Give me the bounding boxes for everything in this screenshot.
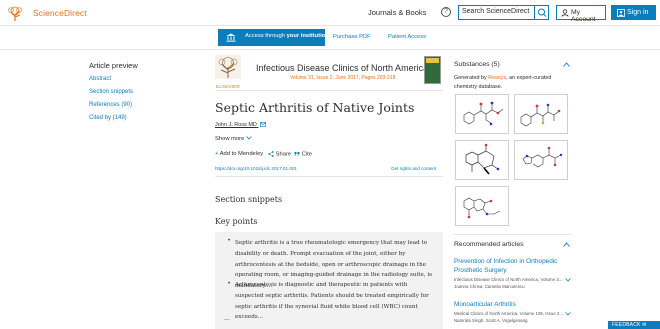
access-label: Access through your institution [245, 33, 329, 39]
share-button[interactable]: Share [268, 151, 291, 158]
reaxys-attribution: Generated by Reaxys, an expert-curated c… [454, 74, 572, 92]
elsevier-publisher-logo[interactable]: ELSEVIER [215, 55, 241, 89]
generated-prefix: Generated by [454, 75, 489, 81]
substance-structure-card[interactable] [455, 140, 509, 180]
patient-access-link[interactable]: Patient Access [388, 34, 426, 40]
journals-books-link[interactable]: Journals & Books [368, 8, 426, 17]
add-to-mendeley-button[interactable]: + Add to Mendeley [215, 151, 263, 157]
recommended-article-journal: Infectious Disease Clinics of North Amer… [454, 277, 563, 282]
access-through-institution-button[interactable]: Access through your institution [218, 29, 329, 46]
preview-link-section-snippets[interactable]: Section snippets [89, 89, 133, 95]
search-box[interactable]: Search ScienceDirect [458, 5, 549, 20]
cite-label: Cite [301, 151, 312, 158]
article-title: Septic Arthritis of Native Joints [215, 100, 415, 115]
help-icon[interactable]: ? [441, 7, 451, 17]
chevron-down-icon[interactable] [565, 312, 571, 316]
elsevier-tree-logo[interactable] [5, 5, 26, 22]
elsevier-tree-icon [215, 55, 241, 79]
recommended-article-link[interactable]: Prevention of Infection in Orthopedic Pr… [454, 257, 572, 275]
substances-heading[interactable]: Substances (5) [454, 61, 500, 68]
add-to-mendeley-label: Add to Mendeley [219, 151, 264, 157]
show-more-toggle[interactable]: Show more [215, 136, 252, 142]
article-toolbar [0, 26, 660, 50]
share-icon [268, 151, 274, 157]
access-label-bold: your institution [286, 33, 329, 39]
chevron-down-icon [246, 136, 252, 141]
search-icon [538, 8, 547, 17]
journal-issue-info[interactable]: Volume 31, Issue 2, June 2017, Pages 203… [290, 75, 395, 81]
brand-name[interactable]: ScienceDirect [33, 8, 87, 18]
preview-link-cited-by[interactable]: Cited by (149) [89, 115, 127, 121]
substance-structure-card[interactable] [514, 140, 568, 180]
recommended-articles-heading[interactable]: Recommended articles [454, 241, 524, 248]
molecule-structure-icon [463, 197, 501, 219]
recommended-article-journal: Medical Clinics of North America, Volume… [454, 311, 564, 316]
feedback-text: FEEDBACK [612, 322, 641, 328]
chevron-down-icon[interactable] [565, 278, 571, 282]
search-input[interactable]: Search ScienceDirect [462, 8, 529, 15]
purchase-pdf-link[interactable]: Purchase PDF [333, 34, 371, 40]
key-points-box: • Septic arthritis is a true rheumatolog… [215, 232, 443, 329]
molecule-structure-icon [522, 146, 563, 168]
bullet-icon: • [228, 281, 231, 287]
feedback-chat-icon: ✉ [642, 322, 647, 328]
molecule-structure-icon [465, 143, 500, 175]
substance-structure-card[interactable] [514, 94, 568, 134]
ellipsis: ... [224, 315, 230, 322]
user-icon [561, 9, 569, 17]
journal-title-link[interactable]: Infectious Disease Clinics of North Amer… [256, 63, 428, 73]
recommended-article-authors: Joanna Chrisa, Camelia Marculescu [454, 284, 525, 289]
feedback-button[interactable]: FEEDBACK ✉ [608, 321, 660, 329]
show-more-label: Show more [215, 136, 245, 142]
substance-structure-card[interactable] [455, 186, 509, 226]
share-label: Share [275, 151, 292, 158]
preview-link-references[interactable]: References (90) [89, 102, 132, 108]
author-name: John J. Ross MD [215, 122, 257, 128]
substance-structure-card[interactable] [455, 94, 509, 134]
sign-in-label: Sign in [627, 9, 649, 16]
header-divider [215, 90, 443, 91]
preview-link-abstract[interactable]: Abstract [89, 76, 111, 82]
account-icon [617, 9, 625, 17]
plus-icon: + [215, 151, 219, 157]
meta-divider [215, 176, 443, 177]
institution-icon [226, 33, 236, 42]
article-preview-heading: Article preview [89, 61, 138, 70]
recommended-article-link[interactable]: Monoarticular Arthritis [454, 300, 572, 309]
search-button[interactable] [534, 6, 548, 19]
chevron-up-icon[interactable] [563, 62, 570, 67]
my-account-button[interactable]: My Account [556, 5, 606, 23]
doi-link[interactable]: https://doi.org/10.1016/j.idc.2017.01.00… [215, 166, 297, 171]
sidebar-divider [454, 234, 572, 235]
molecule-structure-icon [463, 101, 504, 126]
sign-in-button[interactable]: Sign in [611, 5, 656, 20]
bullet-icon: • [228, 238, 231, 244]
access-label-prefix: Access through [245, 33, 287, 39]
reaxys-link[interactable]: Reaxys [488, 75, 506, 81]
publisher-name: ELSEVIER [215, 84, 241, 89]
cite-button[interactable]: Cite [294, 151, 312, 158]
author-link[interactable]: John J. Ross MD [215, 122, 267, 128]
quote-icon [294, 152, 300, 157]
molecule-structure-icon [520, 103, 561, 127]
my-account-label: My Account [571, 9, 596, 23]
feedback-label: FEEDBACK ✉ [612, 322, 647, 328]
rights-and-content-link[interactable]: Get rights and content [391, 166, 436, 171]
section-snippets-heading: Section snippets [215, 195, 283, 204]
email-icon [260, 122, 267, 128]
key-point: Arthrocentesis is diagnostic and therape… [235, 282, 429, 321]
journal-cover-thumbnail[interactable] [424, 56, 441, 84]
recommended-article-authors: Namrata Singh, Scott A. Vogelgesang [454, 318, 528, 323]
chevron-up-icon[interactable] [563, 242, 570, 247]
key-points-heading: Key points [215, 217, 258, 226]
